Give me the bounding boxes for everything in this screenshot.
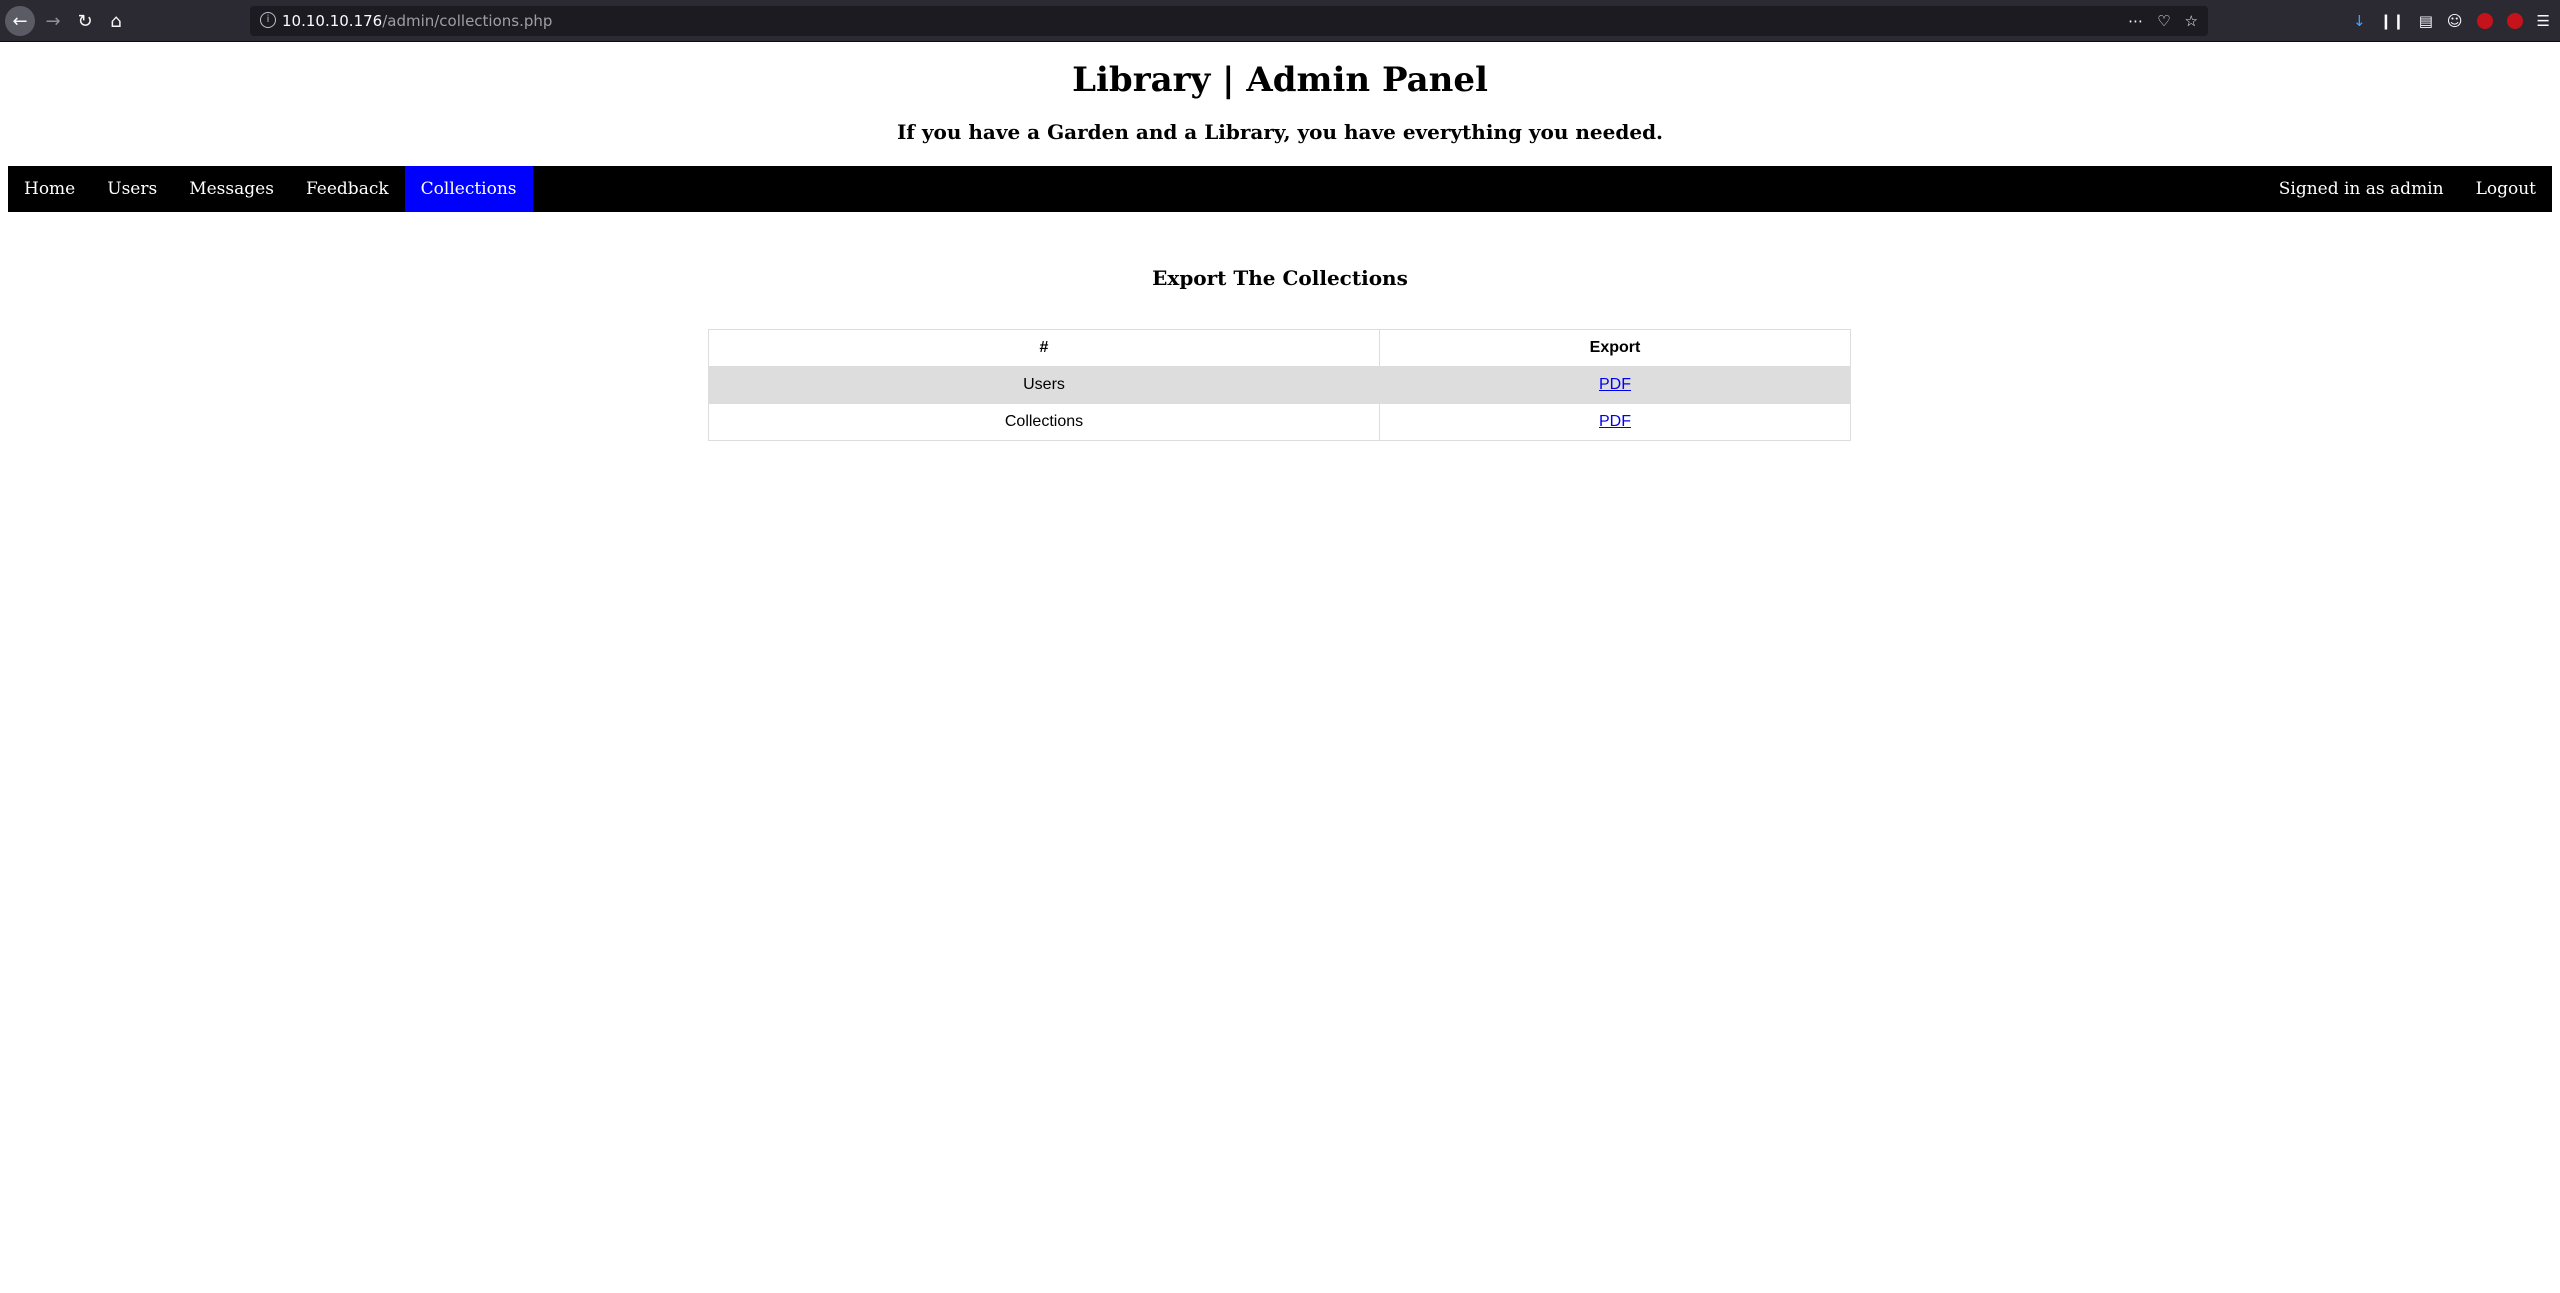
- forward-icon[interactable]: →: [38, 6, 68, 36]
- bookmark-star-icon[interactable]: ☆: [2185, 12, 2198, 30]
- page-actions-icon[interactable]: ⋯: [2128, 12, 2143, 30]
- row-name: Users: [708, 366, 1380, 404]
- row-export-cell: PDF: [1379, 403, 1851, 441]
- nav-feedback[interactable]: Feedback: [290, 166, 405, 212]
- url-host: 10.10.10.176: [282, 12, 383, 30]
- page-title: Library | Admin Panel: [1072, 60, 1488, 100]
- ublock-icon[interactable]: [2506, 13, 2523, 29]
- nav-home[interactable]: Home: [8, 166, 91, 212]
- url-bar[interactable]: i 10.10.10.176/admin/collections.php ⋯ ♡…: [250, 6, 2208, 36]
- browser-toolbar: ← → ↻ ⌂ i 10.10.10.176/admin/collections…: [0, 0, 2560, 42]
- reload-icon[interactable]: ↻: [70, 6, 100, 36]
- url-text[interactable]: 10.10.10.176/admin/collections.php: [282, 6, 552, 36]
- sidebar-icon[interactable]: ▤: [2419, 12, 2433, 30]
- url-path: /admin/collections.php: [382, 12, 553, 30]
- menu-icon[interactable]: ☰: [2537, 12, 2550, 30]
- account-icon[interactable]: ☺: [2447, 12, 2463, 30]
- home-icon[interactable]: ⌂: [101, 6, 131, 36]
- nav-collections[interactable]: Collections: [404, 166, 533, 212]
- export-collections-pdf-link[interactable]: PDF: [1599, 413, 1631, 430]
- signed-in-user[interactable]: Signed in as admin: [2263, 166, 2460, 212]
- table-row: Users PDF: [708, 366, 1851, 404]
- nav-messages[interactable]: Messages: [173, 166, 290, 212]
- header-export: Export: [1379, 329, 1851, 367]
- top-navbar: Home Users Messages Feedback Collections…: [8, 166, 2552, 212]
- adblock-icon[interactable]: [2476, 13, 2493, 29]
- row-export-cell: PDF: [1379, 366, 1851, 404]
- logout-link[interactable]: Logout: [2460, 166, 2552, 212]
- header-hash: #: [708, 329, 1380, 367]
- back-icon[interactable]: ←: [5, 6, 35, 36]
- section-title: Export The Collections: [1152, 266, 1408, 290]
- table-header-row: # Export: [708, 329, 1851, 367]
- table-row: Collections PDF: [708, 403, 1851, 441]
- nav-users[interactable]: Users: [91, 166, 173, 212]
- export-users-pdf-link[interactable]: PDF: [1599, 376, 1631, 393]
- library-icon[interactable]: ❙❙: [2380, 12, 2405, 30]
- page-subtitle: If you have a Garden and a Library, you …: [896, 120, 1664, 144]
- pocket-icon[interactable]: ♡: [2157, 12, 2170, 30]
- collections-table: # Export Users PDF Collections PDF: [708, 329, 1851, 441]
- row-name: Collections: [708, 403, 1380, 441]
- site-info-icon[interactable]: i: [260, 12, 276, 28]
- downloads-icon[interactable]: ↓: [2353, 12, 2366, 30]
